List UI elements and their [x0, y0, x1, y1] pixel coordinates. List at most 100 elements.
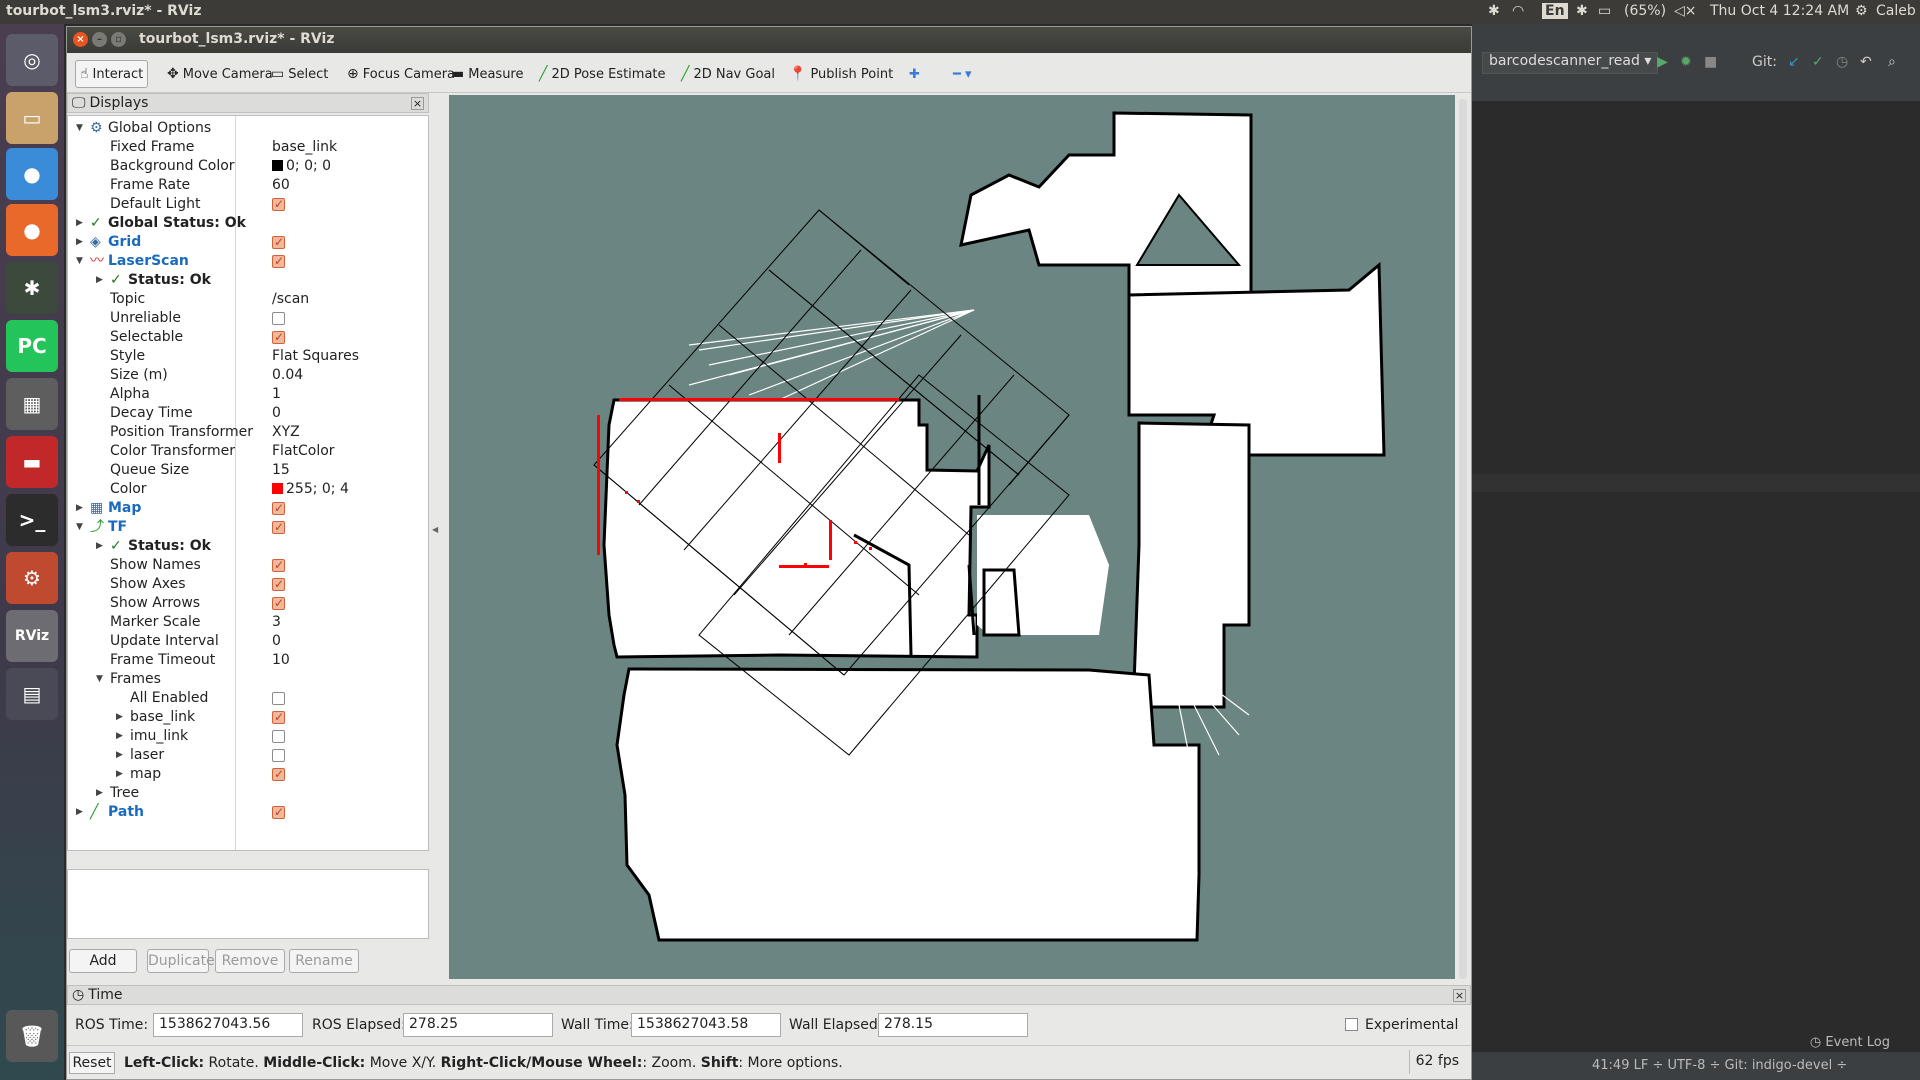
tree-row-value-cell[interactable]: 0.04	[272, 366, 303, 385]
tool-2d-pose-estimate[interactable]: ╱ 2D Pose Estimate	[535, 60, 670, 88]
event-log-button[interactable]: ◷ Event Log	[1810, 1035, 1890, 1050]
tool-select[interactable]: ▭ Select	[267, 60, 332, 88]
ubuntu-dash-icon[interactable]: ◎	[6, 34, 58, 86]
expand-arrow-icon[interactable]: ▶	[116, 765, 123, 784]
tree-row-value-cell[interactable]: XYZ	[272, 423, 300, 442]
tree-row-value-cell[interactable]: /scan	[272, 290, 309, 309]
tree-row[interactable]: Queue Size 15	[68, 461, 428, 480]
tree-row-value-cell[interactable]: 3	[272, 613, 281, 632]
expand-arrow-icon[interactable]: ▶	[76, 803, 83, 822]
wifi-icon[interactable]: ◠	[1512, 3, 1524, 19]
bluetooth-status-icon[interactable]: ✱	[1576, 3, 1588, 19]
tree-row[interactable]: ▶ Tree	[68, 784, 428, 803]
tree-row[interactable]: ▼ Frames	[68, 670, 428, 689]
tree-row[interactable]: Frame Rate 60	[68, 176, 428, 195]
tree-row-value[interactable]: XYZ	[272, 424, 300, 440]
calculator-icon[interactable]: ▦	[6, 378, 58, 430]
tree-row[interactable]: ▶ map	[68, 765, 428, 784]
tree-row-value[interactable]: 1	[272, 386, 281, 402]
tree-row[interactable]: ▶ laser	[68, 746, 428, 765]
git-revert-icon[interactable]: ↶	[1860, 54, 1872, 70]
add-display-button[interactable]: Add	[69, 949, 137, 973]
collapse-arrow-icon[interactable]: ▼	[96, 670, 103, 689]
ros-elapsed-field[interactable]: 278.25	[403, 1013, 553, 1037]
tree-row[interactable]: Unreliable	[68, 309, 428, 328]
tree-row[interactable]: ▶ ✓ Status: Ok	[68, 537, 428, 556]
tree-row-checkbox[interactable]	[272, 195, 285, 214]
close-time-panel-button[interactable]: ×	[1453, 988, 1466, 1002]
git-update-icon[interactable]: ↙	[1788, 54, 1800, 70]
tree-row[interactable]: Marker Scale 3	[68, 613, 428, 632]
tool-publish-point[interactable]: 📍 Publish Point	[785, 60, 897, 88]
stop-icon[interactable]: ■	[1704, 54, 1717, 70]
view-scrollbar[interactable]	[1459, 99, 1467, 979]
git-commit-icon[interactable]: ✓	[1812, 54, 1824, 70]
search-icon[interactable]: ⌕	[1888, 54, 1896, 70]
tree-row-value[interactable]: 0; 0; 0	[286, 158, 331, 174]
tree-row[interactable]: Fixed Frame base_link	[68, 138, 428, 157]
tree-row-value-cell[interactable]: 0	[272, 404, 281, 423]
tree-row-value[interactable]: 255; 0; 4	[286, 481, 349, 497]
window-maximize-button[interactable]: ▫	[111, 32, 126, 47]
tree-row-checkbox[interactable]	[272, 556, 285, 575]
keyboard-layout-indicator[interactable]: En	[1542, 3, 1568, 19]
tree-row[interactable]: ▶ base_link	[68, 708, 428, 727]
tree-row[interactable]: ▼ ⤴ TF	[68, 518, 428, 537]
tree-row-value-cell[interactable]: 1	[272, 385, 281, 404]
rviz-icon[interactable]: RViz	[6, 610, 58, 662]
tree-row-checkbox[interactable]	[272, 312, 285, 325]
tree-row-checkbox[interactable]	[272, 708, 285, 727]
tree-row[interactable]: All Enabled	[68, 689, 428, 708]
remove-display-button[interactable]: Remove	[215, 949, 285, 973]
expand-arrow-icon[interactable]: ▶	[76, 214, 83, 233]
duplicate-display-button[interactable]: Duplicate	[147, 949, 215, 973]
tool-2d-nav-goal[interactable]: ╱ 2D Nav Goal	[677, 60, 779, 88]
collapse-arrow-icon[interactable]: ▼	[76, 518, 83, 537]
tree-row[interactable]: ▶ imu_link	[68, 727, 428, 746]
display-tree[interactable]: ▼ ⚙ Global Options Fixed Frame base_link Back…	[67, 115, 429, 851]
expand-arrow-icon[interactable]: ▶	[116, 746, 123, 765]
collapse-arrow-icon[interactable]: ▼	[76, 252, 83, 271]
workspace-icon[interactable]: ▤	[6, 668, 58, 720]
tree-row[interactable]: Size (m) 0.04	[68, 366, 428, 385]
run-icon[interactable]: ▶	[1657, 54, 1668, 70]
expand-arrow-icon[interactable]: ▶	[116, 708, 123, 727]
tree-row[interactable]: Position Transformer XYZ	[68, 423, 428, 442]
chrome-icon[interactable]: ●	[6, 148, 58, 200]
tree-row-value-cell[interactable]: base_link	[272, 138, 337, 157]
tree-row-value[interactable]: FlatColor	[272, 443, 335, 459]
expand-arrow-icon[interactable]: ▶	[96, 271, 103, 290]
tree-row[interactable]: ▶ ✓ Global Status: Ok	[68, 214, 428, 233]
files-icon[interactable]: ▭	[6, 92, 58, 144]
tree-row-checkbox[interactable]	[272, 749, 285, 762]
tree-row[interactable]: ▶ ▦ Map	[68, 499, 428, 518]
tree-row[interactable]: ▶ ◈ Grid	[68, 233, 428, 252]
tree-row-value[interactable]: 0.04	[272, 367, 303, 383]
tree-row[interactable]: ▼ ⚙ Global Options	[68, 119, 428, 138]
collapse-arrow-icon[interactable]: ▼	[76, 119, 83, 138]
tree-row-checkbox[interactable]	[272, 575, 285, 594]
tree-row[interactable]: Show Axes	[68, 575, 428, 594]
tree-row-value-cell[interactable]: Flat Squares	[272, 347, 359, 366]
tree-row-checkbox[interactable]	[272, 594, 285, 613]
inkscape-icon[interactable]: ✱	[6, 262, 58, 314]
tree-row-checkbox[interactable]	[272, 499, 285, 518]
expand-arrow-icon[interactable]: ▶	[116, 727, 123, 746]
tree-row-value-cell[interactable]: 10	[272, 651, 290, 670]
clock[interactable]: Thu Oct 4 12:24 AM	[1710, 3, 1849, 19]
git-history-icon[interactable]: ◷	[1836, 54, 1848, 70]
tree-row-value[interactable]: 3	[272, 614, 281, 630]
tree-row-checkbox[interactable]	[272, 692, 285, 705]
close-panel-button[interactable]: ×	[411, 96, 424, 110]
ros-time-field[interactable]: 1538627043.56	[153, 1013, 303, 1037]
tree-row-value-cell[interactable]: 0	[272, 632, 281, 651]
debug-icon[interactable]: ✹	[1680, 54, 1692, 70]
expand-arrow-icon[interactable]: ▶	[76, 233, 83, 252]
wall-elapsed-field[interactable]: 278.15	[878, 1013, 1028, 1037]
expand-arrow-icon[interactable]: ▶	[76, 499, 83, 518]
pycharm-icon[interactable]: PC	[6, 320, 58, 372]
tree-row[interactable]: Selectable	[68, 328, 428, 347]
volume-icon[interactable]: ◁×	[1674, 3, 1697, 19]
rename-display-button[interactable]: Rename	[289, 949, 359, 973]
tree-row-checkbox[interactable]	[272, 252, 285, 271]
